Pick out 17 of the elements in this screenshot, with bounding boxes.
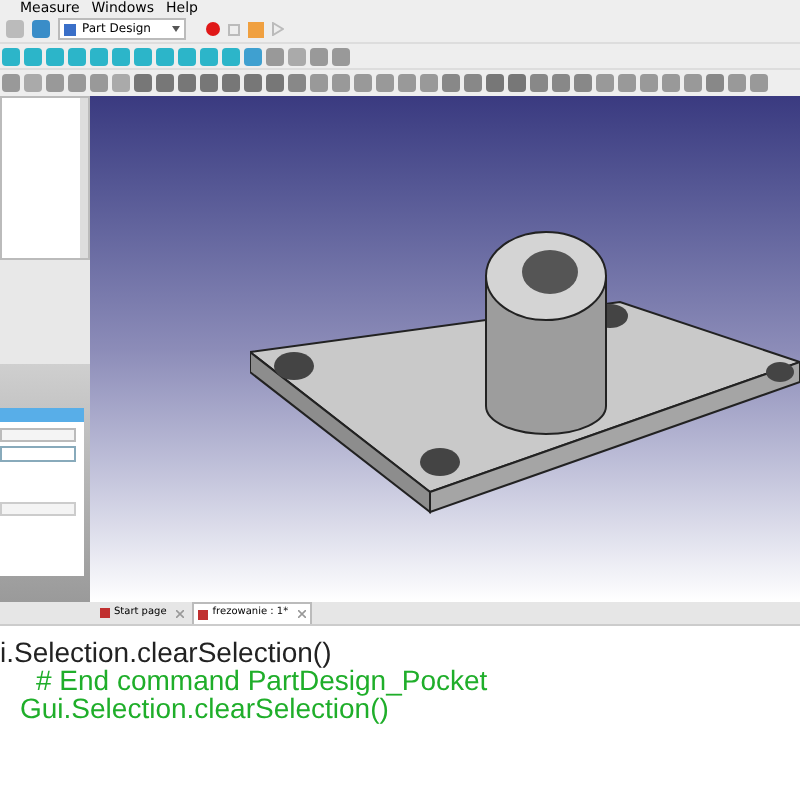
workbench-icon: [64, 23, 76, 35]
macro-icon[interactable]: [248, 21, 264, 37]
close-icon: [298, 610, 307, 618]
type-dropdown[interactable]: [0, 428, 76, 442]
option-field[interactable]: [0, 502, 76, 516]
document-icon: [198, 609, 209, 619]
console-line: i.Selection.clearSelection(): [0, 638, 334, 666]
record-icon[interactable]: [206, 22, 220, 36]
caret-icon: [172, 26, 180, 32]
length-field[interactable]: [0, 446, 76, 462]
task-header: [0, 408, 84, 422]
console-line: Gui.Selection.clearSelection(): [20, 694, 389, 722]
play-icon[interactable]: [272, 22, 284, 36]
console-line: # End command PartDesign_Pocket: [36, 666, 490, 694]
close-icon: [176, 609, 185, 617]
stop-icon[interactable]: [228, 23, 240, 35]
document-icon: [100, 608, 110, 618]
